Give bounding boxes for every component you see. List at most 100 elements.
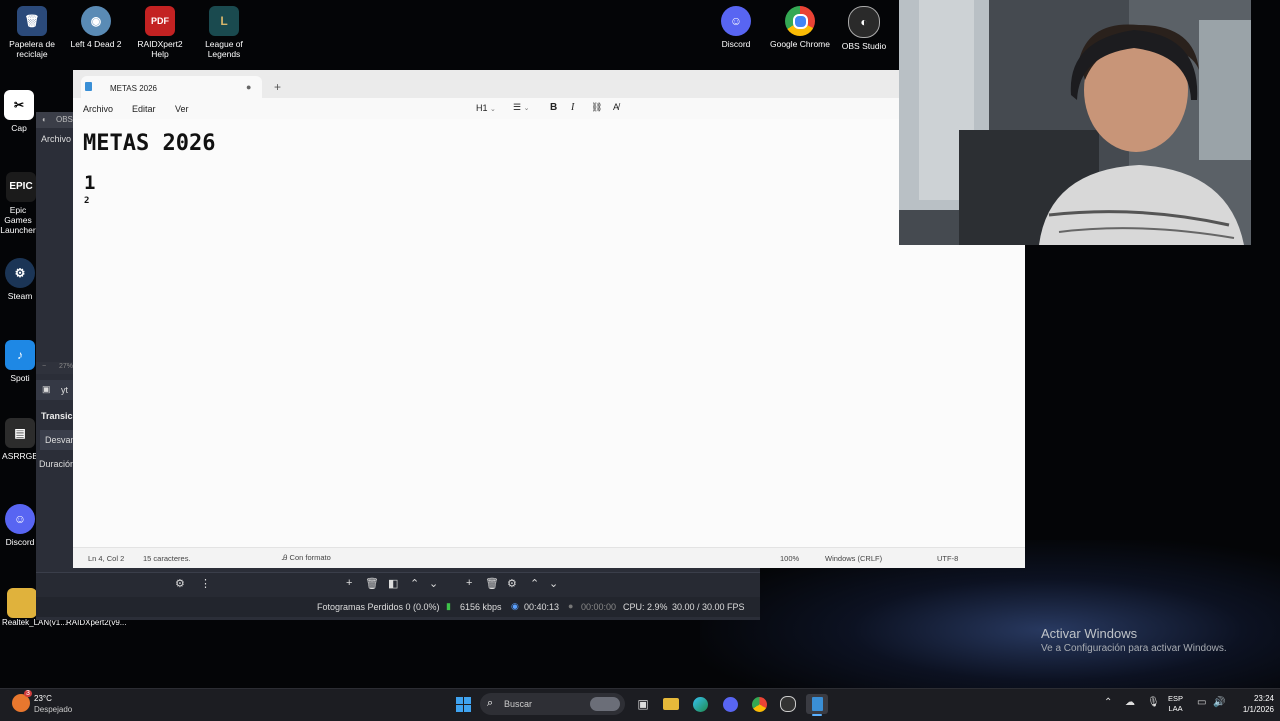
obs-zoom: − 27% [36,362,73,374]
italic-icon[interactable]: I [571,102,574,113]
notepad-editor[interactable]: METAS 2026 1 2 [73,119,1025,547]
start-button[interactable] [452,694,474,714]
unsaved-dot-icon[interactable]: ● [246,82,251,92]
new-tab-button[interactable]: + [274,80,281,94]
desktop-icon-chrome[interactable]: Google Chrome [769,6,831,49]
desktop-icon-asrrgb[interactable]: ▤ ASRRGB [0,418,40,461]
desktop-icon-spotify[interactable]: ♪ Spoti [0,340,40,383]
edge-icon[interactable] [689,694,711,714]
search-icon: ⌕ [487,697,494,709]
desktop-icon-discord-2[interactable]: ☺ Discord [0,504,40,547]
dropped-frames: Fotogramas Perdidos 0 (0.0%) [317,602,440,612]
discord-icon: ☺ [5,504,35,534]
file-explorer-icon[interactable] [660,694,682,714]
remove-source-icon[interactable]: 🗑 [365,577,379,590]
obs-icon[interactable] [777,694,799,714]
desktop-icon-raidxpert-help[interactable]: PDF RAIDXpert2 Help [129,6,191,59]
clock-date: 1/1/2026 [1242,705,1274,714]
content-heading-2: 1 [84,172,96,194]
language-indicator[interactable]: ESP LAA [1168,694,1183,714]
weather-description: Despejado [34,705,73,714]
more-icon[interactable]: ⋮ [200,577,211,590]
activation-watermark-title: Activar Windows [1041,626,1138,641]
network-icon[interactable]: ▭ [1197,697,1206,708]
obs-scene-item[interactable]: ▣ yt [36,380,73,400]
line-ending[interactable]: Windows (CRLF) [825,554,882,563]
char-count: 15 caracteres. [143,554,191,563]
activation-watermark-subtitle: Ve a Configuración para activar Windows. [1041,643,1227,654]
gear-icon[interactable]: ⚙ [507,577,517,590]
obs-logo-icon: ◐ [42,115,47,124]
onedrive-icon[interactable]: ☁ [1125,697,1135,708]
volume-icon[interactable]: 🔊 [1213,697,1225,708]
capcut-icon: ✂ [4,90,34,120]
list-dropdown-icon[interactable]: ☰ ⌄ [513,102,529,113]
chrome-icon [785,6,815,36]
heading-dropdown[interactable]: H1 ⌄ [476,103,496,113]
scene-icon: ▣ [42,384,51,394]
desktop-icon-capcut[interactable]: ✂ Cap [0,90,39,133]
webcam-feed-image [899,0,1251,245]
link-icon[interactable]: ⛓ [591,102,602,113]
notepad-status-bar: Ln 4, Col 2 15 caracteres. Ꭿ Con formato… [73,547,1025,568]
add-audio-icon[interactable]: + [466,577,472,589]
search-placeholder: Buscar [504,699,533,709]
signal-bars-icon: ▮ [446,601,451,611]
bold-icon[interactable]: B [550,102,557,113]
spotify-icon: ♪ [5,340,35,370]
properties-icon[interactable]: ◧ [388,577,398,590]
league-icon: L [209,6,239,36]
discord-icon[interactable] [719,694,741,714]
obs-icon: ◐ [848,6,880,38]
weather-badge: 3 [24,690,32,697]
globe-icon: ◉ [81,6,111,36]
notepad-taskbar-icon[interactable] [806,694,828,714]
cpu-usage: CPU: 2.9% [623,602,668,612]
desktop-icon-discord[interactable]: ☺ Discord [705,6,767,49]
desktop-icon-obs[interactable]: ◐ OBS Studio [833,6,895,51]
obs-transition-select[interactable]: Desvan [40,430,76,450]
move-up-icon[interactable]: ⌃ [410,577,419,590]
obs-title: OBS [56,115,73,124]
cursor-position: Ln 4, Col 2 [88,554,125,563]
taskbar-search[interactable]: ⌕ Buscar [480,693,625,715]
obs-menu-archivo[interactable]: Archivo [41,134,71,144]
fps: 30.00 / 30.00 FPS [672,602,745,612]
clear-format-icon[interactable]: A̸ [613,102,619,112]
zoom-level[interactable]: 100% [780,554,799,563]
desktop-icon-league-of-legends[interactable]: L League of Legends [193,6,255,59]
remove-audio-icon[interactable]: 🗑 [485,577,499,590]
chevron-up-icon[interactable]: ⌃ [1104,697,1112,708]
asrock-icon: ▤ [5,418,35,448]
menu-archivo[interactable]: Archivo [83,104,113,114]
desktop-icon-left4dead2[interactable]: ◉ Left 4 Dead 2 [65,6,127,49]
bitrate: 6156 kbps [460,602,502,612]
clock[interactable]: 23:24 1/1/2026 [1230,693,1274,715]
menu-editar[interactable]: Editar [132,104,156,114]
filter-icon[interactable]: ⚙ [175,577,185,590]
microphone-icon[interactable]: 🎙 [1147,697,1160,708]
pdf-icon: PDF [145,6,175,36]
encoding[interactable]: UTF-8 [937,554,958,563]
menu-ver[interactable]: Ver [175,104,189,114]
format-toggle[interactable]: Ꭿ Con formato [282,553,331,563]
record-icon: ● [568,601,574,611]
recycle-bin-icon: 🗑 [17,6,47,36]
obs-status-bar: Fotogramas Perdidos 0 (0.0%) ▮ 6156 kbps… [36,597,760,617]
chrome-icon[interactable] [748,694,770,714]
stream-icon: ◉ [511,601,519,611]
format-icon: Ꭿ [282,553,288,562]
move-up-icon[interactable]: ⌃ [530,577,539,590]
stream-time: 00:40:13 [524,602,560,612]
move-down-icon[interactable]: ⌄ [429,577,438,590]
folder-icon [7,588,37,618]
add-source-icon[interactable]: + [346,577,352,589]
move-down-icon[interactable]: ⌄ [549,577,558,590]
notepad-menubar: Archivo Editar Ver H1 ⌄ ☰ ⌄ B I ⛓ A̸ [73,98,1025,119]
windows-logo-icon [455,696,471,712]
obs-duration-label: Duración [39,459,76,469]
notepad-icon [85,82,92,91]
task-view-icon[interactable]: ▣ [632,694,654,714]
desktop-icon-steam[interactable]: ⚙ Steam [0,258,40,301]
desktop-icon-recycle-bin[interactable]: 🗑 Papelera de reciclaje [1,6,63,59]
